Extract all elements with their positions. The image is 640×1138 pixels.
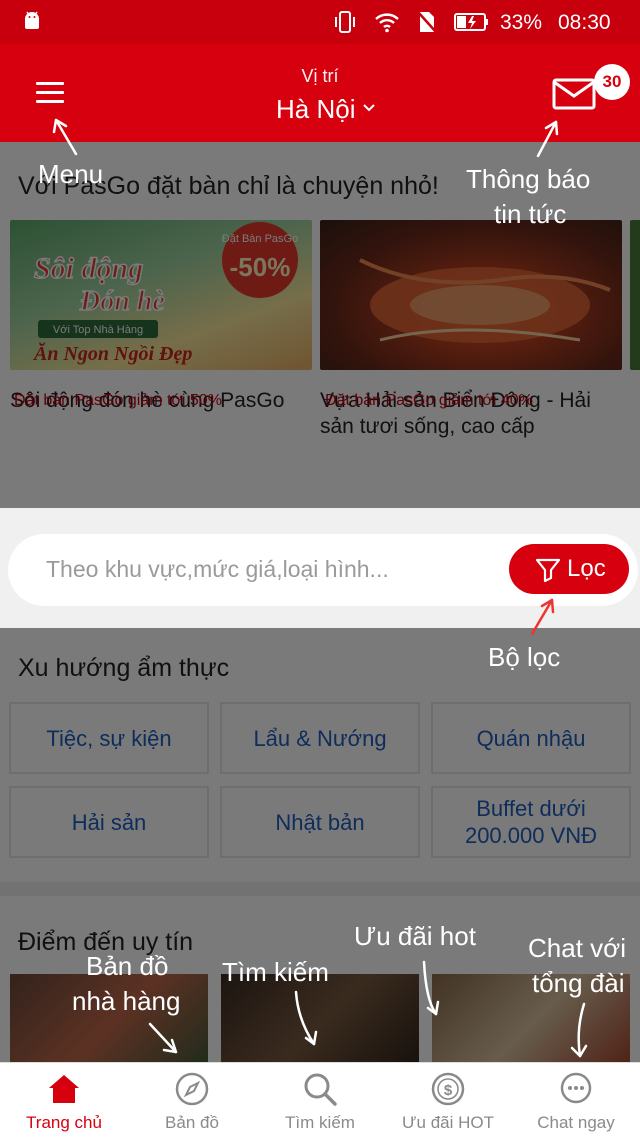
category-tile[interactable]: Hải sản	[9, 786, 209, 858]
annotation-notifications-1: Thông báo	[466, 164, 591, 194]
category-tile[interactable]: Lẩu & Nướng	[220, 702, 420, 774]
nav-label: Chat ngay	[537, 1113, 615, 1132]
filter-label: Lọc	[567, 555, 606, 582]
no-sim-icon	[418, 11, 436, 33]
chat-bubble-icon	[560, 1072, 592, 1104]
promo-banner-summer: Đặt Bàn PasGo -50% Sôi động Đón hè Với T…	[10, 220, 312, 370]
banner-badge-top: Đặt Bàn PasGo	[222, 233, 298, 245]
category-tile[interactable]: Quán nhậu	[431, 702, 631, 774]
notification-badge: 30	[594, 64, 630, 100]
trends-section-title: Xu hướng ẩm thực	[18, 654, 230, 682]
nav-map[interactable]: Bản đồ	[128, 1063, 256, 1138]
wifi-icon	[375, 13, 399, 33]
nav-chat[interactable]: Chat ngay	[512, 1063, 640, 1138]
promo-deal: Đặt bàn PasGo giảm tới 50%	[14, 392, 222, 409]
bottom-navigation: Trang chủ Bản đồ Tìm kiếm $ Ưu đãi HOT C…	[0, 1062, 640, 1138]
annotation-menu: Menu	[38, 159, 104, 189]
banner-line-2: Đón hè	[79, 286, 165, 317]
location-label: Vị trí	[301, 66, 339, 86]
battery-percent: 33%	[500, 11, 543, 34]
promo-card-partial[interactable]	[630, 220, 640, 370]
annotation-notifications-2: tin tức	[494, 199, 567, 229]
summer-banner-art: Đặt Bàn PasGo -50% Sôi động Đón hè Với T…	[32, 222, 298, 365]
home-icon	[49, 1075, 79, 1103]
nav-search[interactable]: Tìm kiếm	[256, 1063, 384, 1138]
search-icon	[304, 1073, 337, 1106]
mail-icon[interactable]	[552, 78, 596, 110]
promo-image-seafood	[320, 220, 622, 370]
vibrate-icon	[335, 11, 355, 33]
compass-icon	[175, 1072, 209, 1106]
annotation-hot: Ưu đãi hot	[354, 921, 476, 951]
funnel-icon	[535, 558, 561, 583]
annotation-map-1: Bản đồ	[86, 951, 169, 981]
category-tile[interactable]: Tiệc, sự kiện	[9, 702, 209, 774]
nav-hot-deals[interactable]: $ Ưu đãi HOT	[384, 1063, 512, 1138]
nav-label: Tìm kiếm	[285, 1113, 355, 1132]
home-content: Với PasGo đặt bàn chỉ là chuyện nhỏ! Đặt…	[0, 142, 640, 1062]
svg-text:$: $	[444, 1082, 453, 1099]
banner-line-1: Sôi động	[34, 252, 143, 285]
lobster-art	[359, 258, 611, 343]
search-placeholder: Theo khu vực,mức giá,loại hình...	[46, 556, 389, 582]
promo-deal: Đặt bàn PasGo giảm tới 40%	[325, 392, 533, 409]
promo-card[interactable]: Đặt Bàn PasGo -50% Sôi động Đón hè Với T…	[10, 220, 312, 414]
app-header: Vị trí Hà Nội 30	[0, 44, 640, 142]
nav-home[interactable]: Trang chủ	[0, 1063, 128, 1138]
annotation-filter: Bộ lọc	[488, 642, 561, 672]
search-input[interactable]: Theo khu vực,mức giá,loại hình... Lọc	[8, 534, 638, 606]
annotation-map-2: nhà hàng	[72, 986, 181, 1016]
city-selector[interactable]: Hà Nội	[276, 94, 355, 125]
battery-icon	[454, 13, 488, 31]
annotation-chat-1: Chat với	[528, 933, 626, 963]
nav-label: Trang chủ	[26, 1113, 102, 1132]
annotation-chat-2: tổng đài	[532, 968, 625, 998]
category-tile[interactable]: Nhật bản	[220, 786, 420, 858]
nav-label: Ưu đãi HOT	[402, 1113, 494, 1132]
clock: 08:30	[558, 11, 611, 34]
section-divider	[0, 882, 640, 896]
nav-label: Bản đồ	[165, 1113, 219, 1132]
banner-sub: Với Top Nhà Hàng	[53, 324, 143, 336]
filter-button[interactable]: Lọc	[509, 544, 629, 594]
chevron-down-icon[interactable]	[362, 101, 376, 115]
category-tile[interactable]: Buffet dưới 200.000 VNĐ	[431, 786, 631, 858]
status-bar: 33% 08:30	[0, 0, 640, 44]
search-filter-bar: Theo khu vực,mức giá,loại hình... Lọc	[0, 508, 640, 628]
dollar-badge-icon: $	[431, 1072, 465, 1106]
banner-badge: -50%	[230, 252, 291, 282]
promo-image-partial	[630, 220, 640, 370]
android-icon	[25, 11, 39, 29]
annotation-search: Tìm kiếm	[222, 957, 329, 987]
banner-slogan: Ăn Ngon Ngồi Đẹp	[32, 341, 192, 365]
